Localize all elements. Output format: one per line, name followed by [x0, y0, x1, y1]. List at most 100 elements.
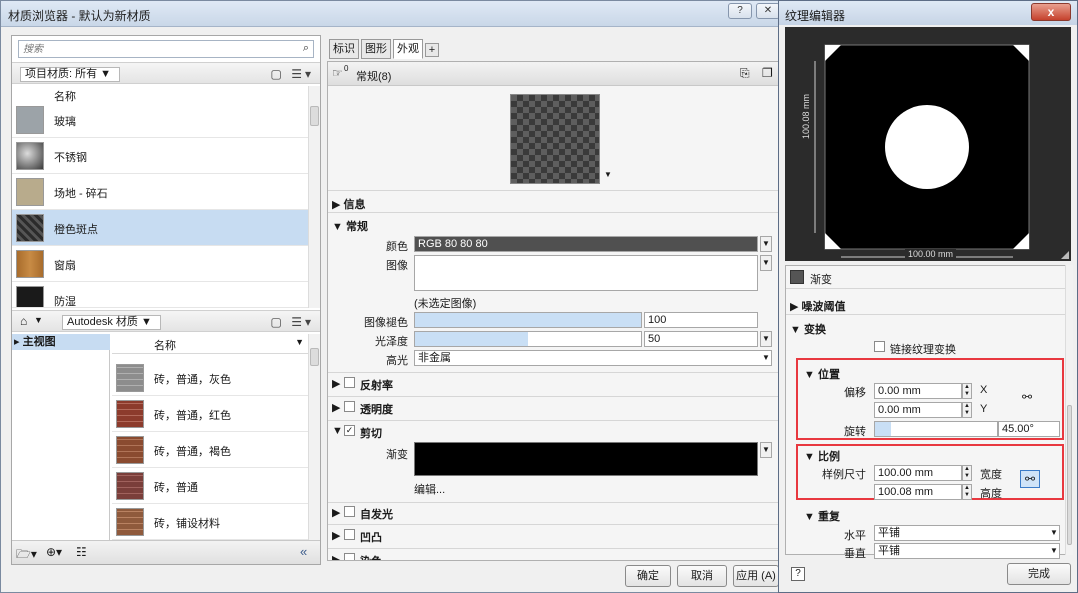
list-item[interactable]: 窗扇 [12, 246, 308, 282]
cutout-dropdown[interactable]: ▼ [760, 442, 772, 458]
glossiness-slider[interactable] [414, 331, 642, 347]
texture-preview-canvas[interactable] [785, 27, 1071, 261]
material-preview-image[interactable] [510, 94, 600, 184]
list-item[interactable]: 场地 - 碎石 [12, 174, 308, 210]
vertical-select[interactable]: 平铺 [874, 543, 1060, 559]
scrollbar-thumb[interactable] [310, 106, 319, 126]
scrollbar-thumb[interactable] [1067, 405, 1072, 545]
section-transparency-arrow[interactable]: ▶ [332, 401, 340, 414]
tab-identity[interactable]: 标识 [329, 39, 359, 59]
offset-y-input[interactable]: 0.00 mm [874, 402, 962, 418]
project-list-scrollbar[interactable] [308, 86, 320, 308]
library-folder-icon[interactable]: 🗁▾ [16, 545, 37, 566]
list-item[interactable]: 砖，普通，红色 [112, 396, 308, 432]
self-illumination-checkbox[interactable] [344, 506, 355, 517]
texture-props-scrollbar[interactable] [1065, 265, 1073, 555]
width-spinner[interactable]: ▲ ▼ [962, 465, 972, 481]
image-fade-slider[interactable] [414, 312, 642, 328]
sort-dropdown-icon[interactable]: ▼ [295, 337, 304, 347]
section-tint-arrow[interactable]: ▶ [332, 553, 340, 560]
asset-browser-icon[interactable]: ☷ [76, 545, 87, 559]
replace-asset-icon[interactable]: ⎘ [740, 66, 750, 81]
ok-button[interactable]: 确定 [625, 565, 671, 587]
create-material-icon[interactable]: ⊕▾ [46, 545, 62, 559]
section-reflectivity-arrow[interactable]: ▶ [332, 377, 340, 390]
home-dropdown[interactable]: ▼ [34, 315, 43, 325]
section-transparency[interactable]: 透明度 [360, 401, 393, 417]
glossiness-dropdown[interactable]: ▼ [760, 331, 772, 347]
list-item[interactable]: 砖，普通 [112, 468, 308, 504]
rotation-value[interactable]: 45.00° [998, 421, 1060, 437]
list-item[interactable]: 砖，普通，褐色 [112, 432, 308, 468]
offset-x-input[interactable]: 0.00 mm [874, 383, 962, 399]
offset-x-spinner[interactable]: ▲ ▼ [962, 383, 972, 399]
section-bump[interactable]: 凹凸 [360, 529, 382, 545]
color-dropdown[interactable]: ▼ [760, 236, 772, 252]
height-spinner[interactable]: ▲ ▼ [962, 484, 972, 500]
link-transform-checkbox[interactable] [874, 341, 885, 352]
list-item[interactable]: 砖，普通，灰色 [112, 360, 308, 396]
view-toggle-icon[interactable]: ▢ ☰▾ [271, 67, 314, 81]
list-item-selected[interactable]: 橙色斑点 [12, 210, 308, 246]
section-repeat[interactable]: ▼ 重复 [804, 508, 840, 524]
apply-button[interactable]: 应用 (A) [733, 565, 779, 587]
cancel-button[interactable]: 取消 [677, 565, 727, 587]
height-input[interactable]: 100.08 mm [874, 484, 962, 500]
transparency-checkbox[interactable] [344, 401, 355, 412]
width-input[interactable]: 100.00 mm [874, 465, 962, 481]
tree-item-home[interactable]: ▸ 主视图 [12, 334, 110, 350]
section-general[interactable]: ▼ 常规 [332, 218, 368, 234]
bump-checkbox[interactable] [344, 529, 355, 540]
list-item[interactable]: 不锈钢 [12, 138, 308, 174]
home-icon[interactable]: ⌂ [20, 314, 27, 328]
image-field[interactable] [414, 255, 758, 291]
cutout-gradient-image[interactable] [414, 442, 758, 476]
library-view-toggle-icon[interactable]: ▢ ☰▾ [271, 315, 314, 329]
section-transform[interactable]: ▼ 变换 [790, 321, 826, 337]
image-fade-value[interactable]: 100 [644, 312, 758, 328]
edit-texture-link[interactable]: 编辑... [414, 481, 445, 497]
duplicate-asset-icon[interactable]: ❐ [762, 66, 773, 80]
section-scale[interactable]: ▼ 比例 [804, 448, 840, 464]
library-crumb[interactable]: Autodesk 材质 ▼ [62, 315, 161, 330]
section-cutout-arrow[interactable]: ▼ [332, 425, 343, 437]
link-offset-icon[interactable]: ⚯ [1022, 390, 1032, 404]
list-item[interactable]: 砖，铺设材料 [112, 504, 308, 540]
list-item[interactable]: 玻璃 [12, 102, 308, 138]
done-button[interactable]: 完成 [1007, 563, 1071, 585]
section-info[interactable]: ▶ 信息 [332, 196, 366, 212]
section-self-illumination[interactable]: 自发光 [360, 506, 393, 522]
section-position[interactable]: ▼ 位置 [804, 366, 840, 382]
offset-y-spinner[interactable]: ▲ ▼ [962, 402, 972, 418]
list-item[interactable]: 防湿 [12, 282, 308, 308]
texture-editor-close-button[interactable]: x [1031, 3, 1071, 21]
section-self-illumination-arrow[interactable]: ▶ [332, 506, 340, 519]
reflectivity-checkbox[interactable] [344, 377, 355, 388]
tab-graphics[interactable]: 图形 [361, 39, 391, 59]
search-icon[interactable]: ⌕ [303, 42, 309, 55]
section-noise-threshold[interactable]: ▶ 噪波阈值 [790, 298, 846, 314]
highlight-select[interactable]: 非金属 [414, 350, 772, 366]
section-tint[interactable]: 染色 [360, 553, 382, 560]
section-cutout[interactable]: 剪切 [360, 425, 382, 441]
collapse-panel-button[interactable]: « [300, 544, 307, 559]
section-bump-arrow[interactable]: ▶ [332, 529, 340, 542]
section-reflectivity[interactable]: 反射率 [360, 377, 393, 393]
preview-options-dropdown[interactable]: ▼ [604, 170, 612, 179]
library-list-scrollbar[interactable] [308, 334, 320, 540]
cutout-checkbox[interactable]: ✓ [344, 425, 355, 436]
image-dropdown[interactable]: ▼ [760, 255, 772, 271]
project-materials-crumb[interactable]: 项目材质: 所有 ▼ [20, 67, 121, 82]
rotation-slider[interactable] [874, 421, 998, 437]
tab-appearance[interactable]: 外观 [393, 39, 423, 59]
texture-help-button[interactable]: ? [791, 567, 805, 581]
help-button[interactable]: ? [728, 3, 752, 19]
tint-checkbox[interactable] [344, 553, 355, 560]
tab-add[interactable]: + [425, 43, 439, 57]
search-input[interactable] [23, 42, 293, 56]
link-scale-icon[interactable]: ⚯ [1020, 470, 1040, 488]
close-button[interactable]: ✕ [756, 3, 780, 19]
glossiness-value[interactable]: 50 [644, 331, 758, 347]
horizontal-select[interactable]: 平铺 [874, 525, 1060, 541]
scrollbar-thumb[interactable] [310, 348, 319, 366]
